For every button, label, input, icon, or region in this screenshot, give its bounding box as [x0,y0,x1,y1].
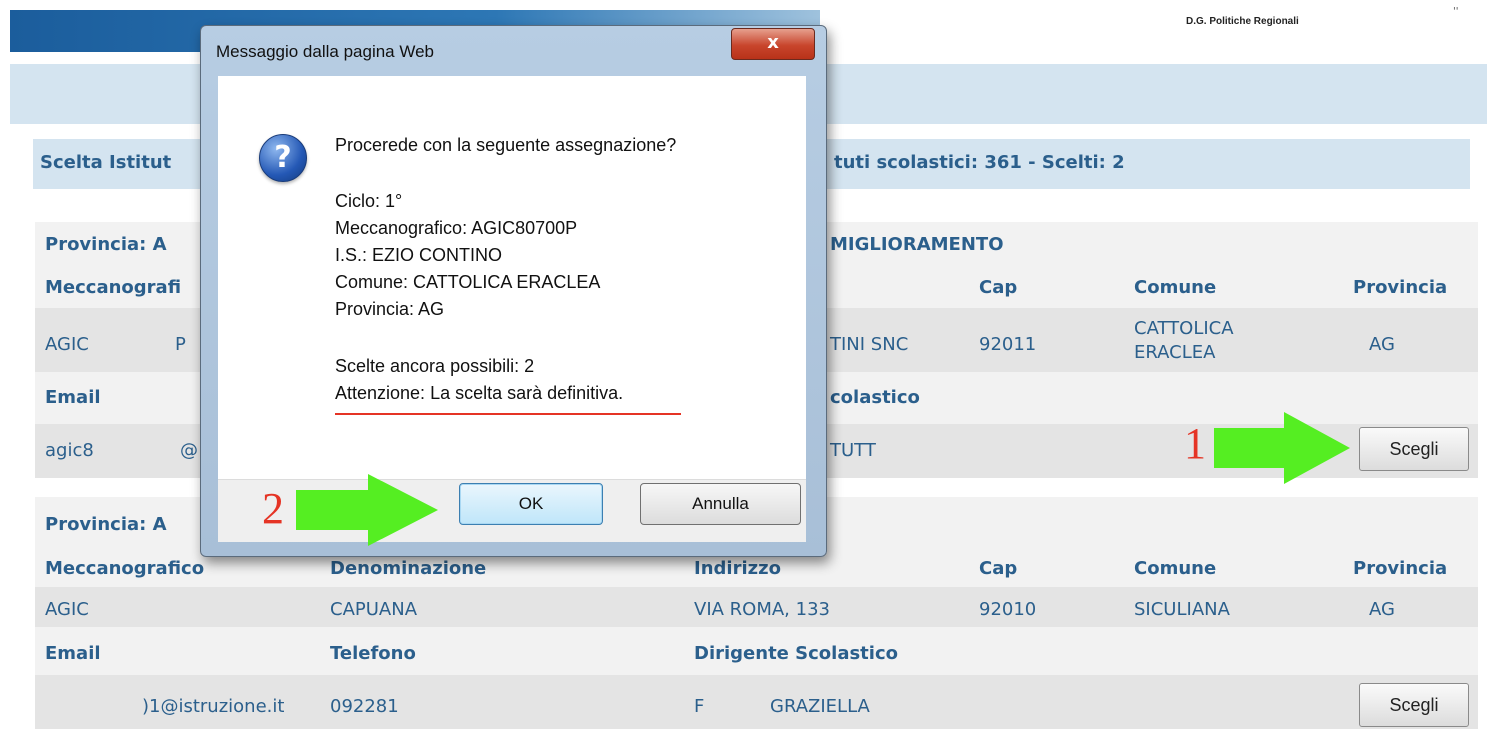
card-2-provincia: AG [1369,599,1395,620]
card-1-meccanografico-a: AGIC [45,334,89,355]
card-2-denominazione: CAPUANA [330,599,418,620]
card-1-provincia: AG [1369,334,1395,355]
card-1-indirizzo: TINI SNC [830,334,909,355]
dialog-is: I.S.: EZIO CONTINO [335,245,503,265]
dialog-meccanografico: Meccanografico: AGIC80700P [335,218,578,238]
card-1-provincia-label: Provincia: A [45,234,167,255]
cancel-button[interactable]: Annulla [640,483,801,525]
dialog-question: Procerede con la seguente assegnazione? [335,135,677,155]
card-1-dirigente: TUTT [830,440,876,461]
step-2-number: 2 [262,484,284,533]
card-2-dirigente-a: F [694,696,705,717]
card-1-email-label: Email [45,387,101,408]
card-1-cap: 92011 [979,334,1037,355]
card-2-cap: 92010 [979,599,1037,620]
card-2-col-comune: Comune [1134,558,1217,579]
card-2-provincia-label: Provincia: A [45,514,167,535]
org-text: D.G. Politiche Regionali [1186,16,1299,27]
page-title-left: Scelta Istitut [40,152,172,173]
card-1-comune-line1: CATTOLICA [1134,318,1234,339]
dialog-provincia: Provincia: AG [335,299,445,319]
dialog-comune: Comune: CATTOLICA ERACLEA [335,272,601,292]
close-icon: x [767,32,779,53]
card-1-email-a: agic8 [45,440,94,461]
ok-button[interactable]: OK [459,483,603,525]
dialog-title: Messaggio dalla pagina Web [216,42,434,61]
dialog-attenzione: Attenzione: La scelta sarà definitiva. [335,383,624,403]
card-1-col-cap: Cap [979,277,1018,298]
dialog-scelte: Scelte ancora possibili: 2 [335,356,535,376]
scegli-button-1[interactable]: Scegli [1359,427,1469,471]
card-1-col-comune: Comune [1134,277,1217,298]
card-1-dirigente-label: colastico [830,387,920,408]
page-title-right: tuti scolastici: 361 - Scelti: 2 [834,152,1125,173]
card-2-col-meccanografico: Meccanografico [45,558,205,579]
dialog-ciclo: Ciclo: 1° [335,191,403,211]
step-1-arrow-icon [1214,412,1350,484]
card-2-email-label: Email [45,643,101,664]
card-2-meccanografico: AGIC [45,599,89,620]
card-1-col-provincia: Provincia [1353,277,1448,298]
card-1-meccanografico-b: P [175,334,186,355]
question-icon: ? [259,134,307,182]
step-2-arrow-icon [296,474,438,546]
card-1-program-label: MIGLIORAMENTO [830,234,1004,255]
card-2-telefono: 092281 [330,696,399,717]
card-2-dirigente-b: GRAZIELLA [770,696,870,717]
header-corner-text: '' [1453,6,1459,17]
attenzione-underline [335,413,681,415]
card-2-col-indirizzo: Indirizzo [694,558,781,579]
dialog-close-button[interactable]: x [731,28,815,60]
step-1-number: 1 [1184,419,1206,468]
card-2-telefono-label: Telefono [330,643,416,664]
card-1-col-meccanografico: Meccanografi [45,277,182,298]
card-2-col-provincia: Provincia [1353,558,1448,579]
card-2-col-denominazione: Denominazione [330,558,487,579]
card-2-email: )1@istruzione.it [142,696,285,717]
card-1-email-b: @ [180,440,198,461]
card-2-col-cap: Cap [979,558,1018,579]
scegli-button-2[interactable]: Scegli [1359,683,1469,727]
card-2-indirizzo: VIA ROMA, 133 [694,599,830,620]
card-2-dirigente-label: Dirigente Scolastico [694,643,898,664]
card-2-comune: SICULIANA [1134,599,1230,620]
card-1-comune-line2: ERACLEA [1134,342,1216,363]
